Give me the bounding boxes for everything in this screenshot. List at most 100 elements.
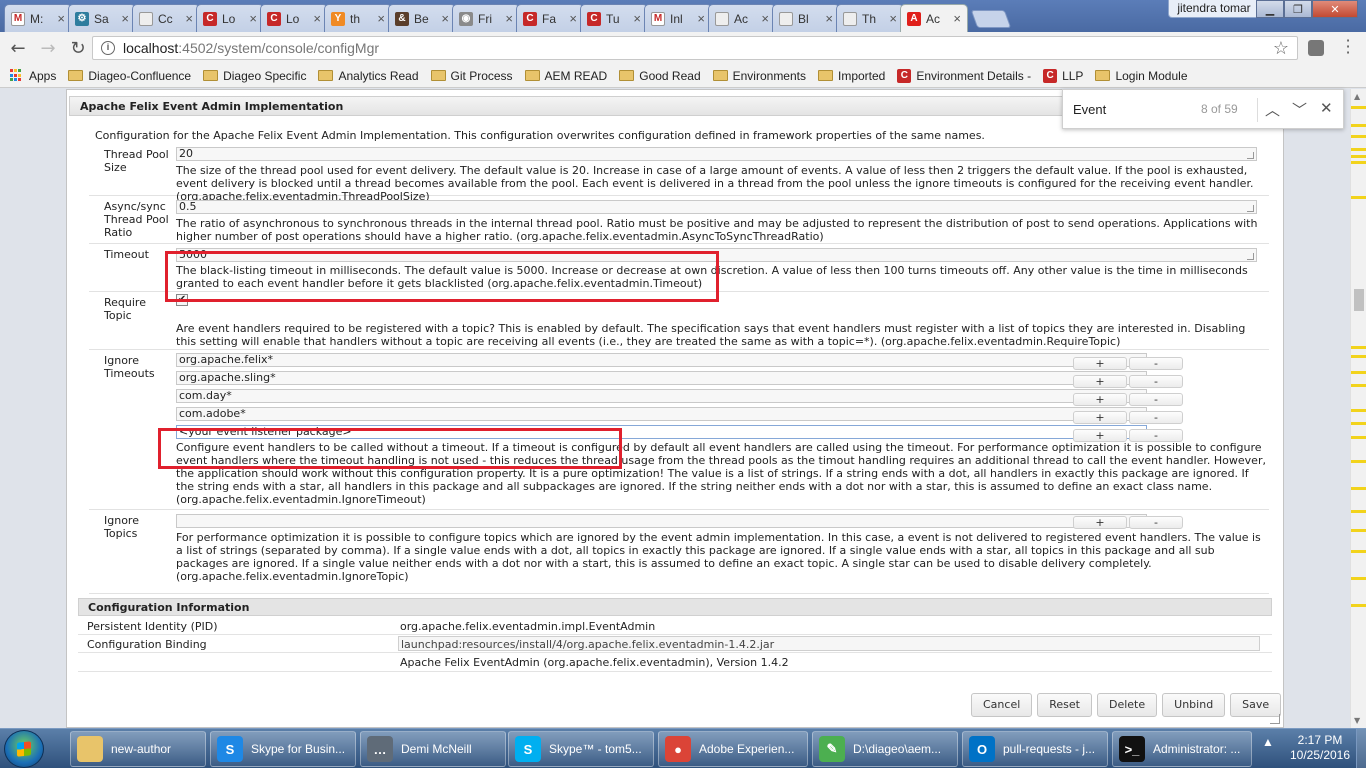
- browser-tab[interactable]: Yth ×: [324, 4, 392, 32]
- taskbar-item[interactable]: ● Adobe Experien...: [658, 731, 808, 767]
- new-tab-button[interactable]: [970, 10, 1012, 28]
- bookmark-item[interactable]: Good Read: [619, 69, 701, 83]
- scroll-up-icon[interactable]: ▲: [1354, 92, 1360, 101]
- browser-tab[interactable]: & Be ×: [388, 4, 456, 32]
- ignore-timeout-input[interactable]: org.apache.felix*: [176, 353, 1147, 367]
- ignore-timeout-add-button[interactable]: +: [1073, 411, 1127, 424]
- scroll-down-icon[interactable]: ▼: [1354, 716, 1360, 725]
- close-window-button[interactable]: ✕: [1312, 0, 1358, 18]
- reload-icon[interactable]: ↻: [63, 38, 93, 59]
- ignore-timeout-remove-button[interactable]: -: [1129, 411, 1183, 424]
- tab-close-icon[interactable]: ×: [121, 11, 129, 26]
- tab-close-icon[interactable]: ×: [953, 11, 961, 26]
- ignore-timeout-input[interactable]: com.adobe*: [176, 407, 1147, 421]
- taskbar-item[interactable]: … Demi McNeill: [360, 731, 506, 767]
- bookmark-item[interactable]: Analytics Read: [318, 69, 419, 83]
- tab-close-icon[interactable]: ×: [313, 11, 321, 26]
- taskbar-item[interactable]: S Skype for Busin...: [210, 731, 356, 767]
- browser-tab[interactable]: ⚙ Sa ×: [68, 4, 136, 32]
- dialog-resize-handle[interactable]: [1270, 714, 1280, 724]
- bookmark-item[interactable]: Git Process: [430, 69, 513, 83]
- page-scrollbar[interactable]: ▲ ▼: [1350, 89, 1366, 728]
- reset-button[interactable]: Reset: [1037, 693, 1092, 717]
- browser-tab[interactable]: Bl ×: [772, 4, 840, 32]
- tab-close-icon[interactable]: ×: [57, 11, 65, 26]
- show-desktop-button[interactable]: [1356, 729, 1366, 768]
- thread-pool-value: 20: [179, 147, 193, 160]
- browser-tab[interactable]: C Lo ×: [260, 4, 328, 32]
- bookmark-item[interactable]: AEM READ: [524, 69, 607, 83]
- browser-tab[interactable]: Cc ×: [132, 4, 200, 32]
- delete-button[interactable]: Delete: [1097, 693, 1158, 717]
- scrollbar-thumb[interactable]: [1354, 289, 1364, 311]
- tab-close-icon[interactable]: ×: [249, 11, 257, 26]
- ignore-timeout-remove-button[interactable]: -: [1129, 375, 1183, 388]
- ignore-timeout-add-button[interactable]: +: [1073, 393, 1127, 406]
- ignore-topics-input[interactable]: [176, 514, 1147, 528]
- bookmark-item[interactable]: C LLP: [1043, 68, 1083, 83]
- ignore-topics-add-button[interactable]: +: [1073, 516, 1127, 529]
- tab-close-icon[interactable]: ×: [697, 11, 705, 26]
- ignore-timeout-remove-button[interactable]: -: [1129, 393, 1183, 406]
- bookmark-item[interactable]: Diageo-Confluence: [68, 69, 191, 83]
- info-icon[interactable]: i: [101, 41, 115, 55]
- bookmark-item[interactable]: Imported: [818, 69, 885, 83]
- unbind-button[interactable]: Unbind: [1162, 693, 1226, 717]
- browser-tab[interactable]: M M: ×: [4, 4, 72, 32]
- address-bar[interactable]: i localhost:4502/system/console/configMg…: [92, 36, 1298, 60]
- browser-tab[interactable]: Ac ×: [708, 4, 776, 32]
- tab-close-icon[interactable]: ×: [377, 11, 385, 26]
- find-previous-icon[interactable]: ︿: [1265, 99, 1280, 120]
- clock[interactable]: 2:17 PM 10/25/2016: [1284, 733, 1356, 763]
- tab-close-icon[interactable]: ×: [441, 11, 449, 26]
- apps-shortcut[interactable]: Apps: [10, 69, 56, 83]
- browser-tab[interactable]: C Tu ×: [580, 4, 648, 32]
- minimize-button[interactable]: ▁: [1256, 0, 1284, 18]
- tab-close-icon[interactable]: ×: [185, 11, 193, 26]
- forward-arrow-icon[interactable]: →: [33, 38, 63, 59]
- taskbar-item[interactable]: >_ Administrator: ...: [1112, 731, 1252, 767]
- bookmark-star-icon[interactable]: ☆: [1273, 38, 1289, 59]
- browser-tab[interactable]: M Inl ×: [644, 4, 712, 32]
- bookmark-item[interactable]: Login Module: [1095, 69, 1188, 83]
- find-next-icon[interactable]: ﹀: [1292, 99, 1307, 120]
- ignore-timeout-input[interactable]: org.apache.sling*: [176, 371, 1147, 385]
- browser-tab[interactable]: ◉ Fri ×: [452, 4, 520, 32]
- tab-close-icon[interactable]: ×: [569, 11, 577, 26]
- chrome-menu-icon[interactable]: · · ·: [1340, 33, 1356, 61]
- find-close-icon[interactable]: ✕: [1320, 99, 1333, 117]
- tab-close-icon[interactable]: ×: [761, 11, 769, 26]
- taskbar-item[interactable]: new-author: [70, 731, 206, 767]
- browser-tab[interactable]: A Ac ×: [900, 4, 968, 32]
- bookmark-item[interactable]: Environments: [712, 69, 806, 83]
- ignore-timeout-add-button[interactable]: +: [1073, 375, 1127, 388]
- tab-close-icon[interactable]: ×: [633, 11, 641, 26]
- tab-close-icon[interactable]: ×: [889, 11, 897, 26]
- profile-button[interactable]: jitendra tomar: [1168, 0, 1260, 18]
- bookmark-item[interactable]: Diageo Specific: [203, 69, 306, 83]
- find-input[interactable]: Event: [1073, 102, 1106, 117]
- extension-icon[interactable]: [1308, 40, 1324, 56]
- cancel-button[interactable]: Cancel: [971, 693, 1033, 717]
- async-input[interactable]: 0.5: [176, 200, 1257, 214]
- tray-expand-icon[interactable]: ▲: [1262, 735, 1274, 749]
- taskbar-item[interactable]: Opull-requests - j...: [962, 731, 1108, 767]
- binding-field[interactable]: launchpad:resources/install/4/org.apache…: [398, 636, 1260, 651]
- maximize-button[interactable]: ❐: [1284, 0, 1312, 18]
- browser-tab[interactable]: Th ×: [836, 4, 904, 32]
- browser-tab[interactable]: C Lo ×: [196, 4, 264, 32]
- ignore-timeout-add-button[interactable]: +: [1073, 357, 1127, 370]
- taskbar-item[interactable]: S Skype™ - tom5...: [508, 731, 654, 767]
- tab-close-icon[interactable]: ×: [505, 11, 513, 26]
- ignore-timeout-input[interactable]: com.day*: [176, 389, 1147, 403]
- ignore-topics-remove-button[interactable]: -: [1129, 516, 1183, 529]
- bookmark-item[interactable]: C Environment Details -: [897, 68, 1031, 83]
- browser-tab[interactable]: C Fa ×: [516, 4, 584, 32]
- thread-pool-input[interactable]: 20: [176, 147, 1257, 161]
- tab-close-icon[interactable]: ×: [825, 11, 833, 26]
- ignore-timeout-remove-button[interactable]: -: [1129, 357, 1183, 370]
- start-button[interactable]: [4, 730, 44, 768]
- taskbar-item[interactable]: ✎ D:\diageo\aem...: [812, 731, 958, 767]
- folder-icon: [203, 70, 219, 81]
- back-arrow-icon[interactable]: ←: [3, 38, 33, 59]
